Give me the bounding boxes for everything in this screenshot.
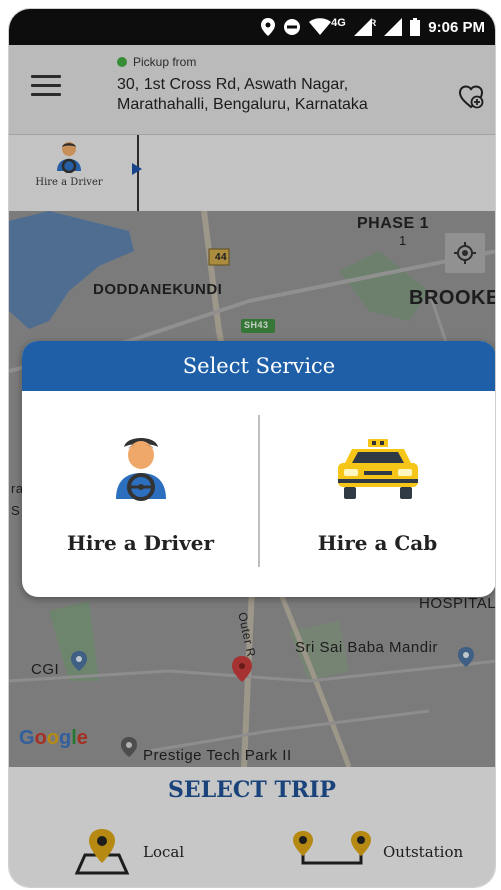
- taxi-icon: [337, 439, 418, 499]
- location-icon: [261, 18, 276, 36]
- hire-cab-option[interactable]: Hire a Cab: [259, 391, 495, 597]
- status-bar: 4G R 9:06 PM: [9, 9, 495, 45]
- do-not-disturb-icon: [283, 18, 301, 36]
- roaming-indicator: R: [369, 18, 377, 28]
- select-service-dialog: Select Service Hire a Driver Hire a Cab: [22, 341, 495, 597]
- hire-driver-option[interactable]: Hire a Driver: [22, 391, 259, 597]
- wifi-icon: [309, 18, 332, 36]
- phone-screen: 4G R 9:06 PM Pickup from 30, 1st Cross R…: [8, 8, 496, 888]
- dialog-body: Hire a Driver Hire a Cab: [22, 391, 495, 597]
- battery-icon: [410, 18, 421, 36]
- driver-icon: [115, 438, 166, 501]
- network-type: 4G: [331, 17, 346, 29]
- hire-cab-label: Hire a Cab: [317, 531, 438, 555]
- signal-icon-2: [384, 18, 403, 36]
- clock: 9:06 PM: [428, 18, 485, 36]
- hire-driver-label: Hire a Driver: [66, 531, 214, 555]
- dialog-title: Select Service: [22, 341, 495, 391]
